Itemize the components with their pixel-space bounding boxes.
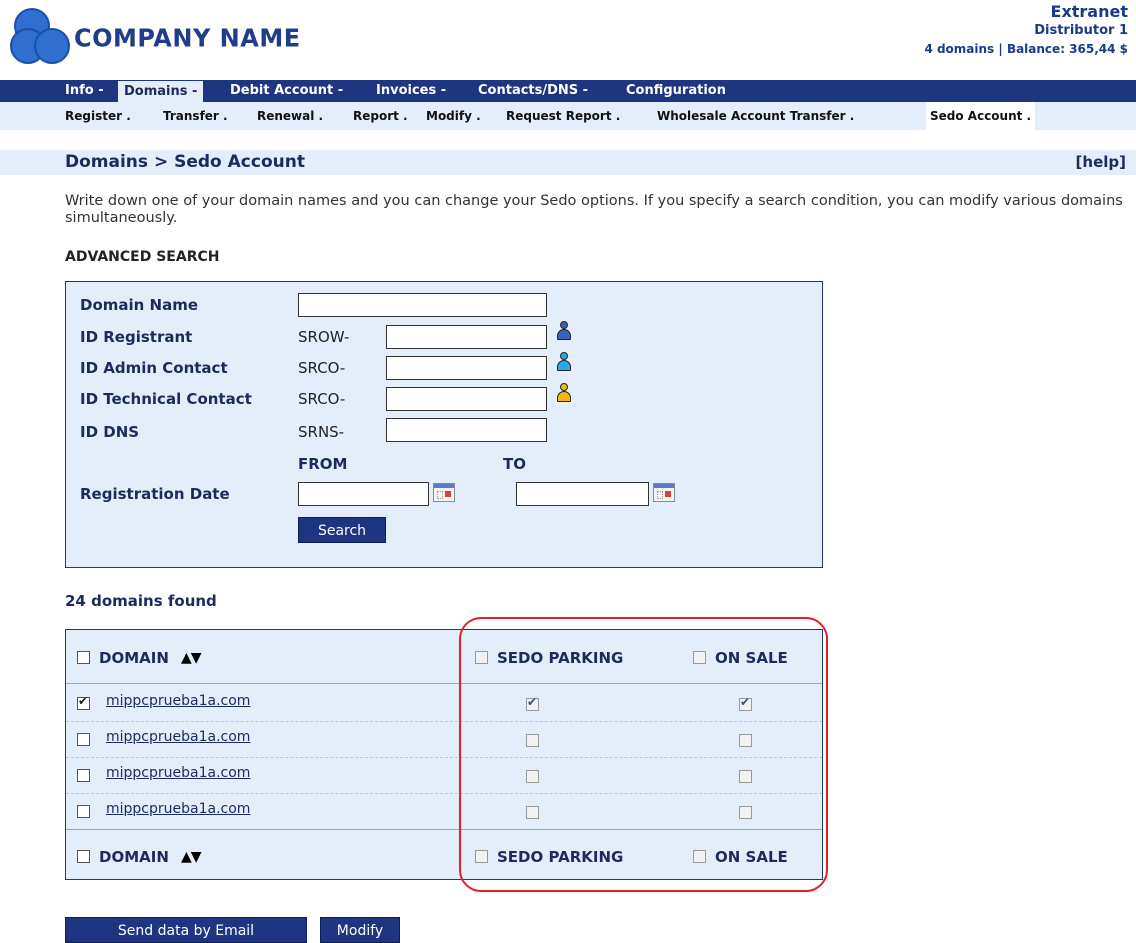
subnav-request-report[interactable]: Request Report . <box>502 102 624 130</box>
person-yellow-icon[interactable] <box>556 383 572 403</box>
nav-domains[interactable]: Domains - <box>118 81 204 102</box>
row-select-checkbox[interactable] <box>77 805 90 818</box>
admin-contact-input[interactable] <box>386 356 547 380</box>
select-all-checkbox[interactable] <box>77 651 90 664</box>
nav-debit-account[interactable]: Debit Account - <box>224 80 349 102</box>
send-data-by-email-button[interactable]: Send data by Email <box>65 917 307 943</box>
sedo-parking-all-checkbox[interactable] <box>475 850 488 863</box>
subnav-sedo-account[interactable]: Sedo Account . <box>926 102 1036 130</box>
results-header-row: DOMAIN ▲▼ SEDO PARKING ON SALE <box>66 630 822 682</box>
technical-contact-input[interactable] <box>386 387 547 411</box>
results-table: DOMAIN ▲▼ SEDO PARKING ON SALE mippcprue… <box>65 629 823 880</box>
sedo-parking-checkbox[interactable] <box>526 806 539 819</box>
sedo-parking-checkbox[interactable] <box>526 734 539 747</box>
select-all-checkbox[interactable] <box>77 850 90 863</box>
sort-arrows-icon[interactable]: ▲▼ <box>181 650 202 666</box>
admin-contact-label: ID Admin Contact <box>80 359 228 377</box>
on-sale-column-footer: ON SALE <box>715 848 788 866</box>
on-sale-all-checkbox[interactable] <box>693 651 706 664</box>
sort-arrows-icon[interactable]: ▲▼ <box>181 849 202 865</box>
domain-name-input[interactable] <box>298 293 547 317</box>
nav-invoices[interactable]: Invoices - <box>370 80 452 102</box>
registration-date-to-input[interactable] <box>516 482 649 506</box>
dns-id-input[interactable] <box>386 418 547 442</box>
subnav-register[interactable]: Register . <box>61 102 135 130</box>
advanced-search-panel: Domain Name ID Registrant SROW- ID Admin… <box>65 281 823 568</box>
domain-link[interactable]: mippcprueba1a.com <box>106 693 250 709</box>
subnav-modify[interactable]: Modify . <box>422 102 485 130</box>
on-sale-checkbox[interactable] <box>739 734 752 747</box>
domain-column-header[interactable]: DOMAIN <box>99 649 169 667</box>
calendar-icon[interactable] <box>653 483 675 502</box>
domain-link[interactable]: mippcprueba1a.com <box>106 729 250 745</box>
sub-nav: Register . Transfer . Renewal . Report .… <box>0 102 1136 130</box>
breadcrumb: Domains > Sedo Account <box>65 152 305 172</box>
technical-contact-label: ID Technical Contact <box>80 390 252 408</box>
results-footer-row: DOMAIN ▲▼ SEDO PARKING ON SALE <box>66 831 822 883</box>
sedo-parking-checkbox[interactable] <box>526 695 539 711</box>
page-description: Write down one of your domain names and … <box>65 193 1123 226</box>
registrant-label: ID Registrant <box>80 328 193 346</box>
sedo-parking-checkbox[interactable] <box>526 770 539 783</box>
admin-contact-prefix: SRCO- <box>298 359 346 377</box>
dns-label: ID DNS <box>80 423 140 441</box>
page-title-bar: Domains > Sedo Account [help] <box>0 150 1136 175</box>
balance-summary: 4 domains | Balance: 365,44 $ <box>924 42 1128 56</box>
domain-name-label: Domain Name <box>80 296 199 314</box>
on-sale-checkbox[interactable] <box>739 770 752 783</box>
row-select-checkbox[interactable] <box>77 694 90 710</box>
advanced-search-heading: ADVANCED SEARCH <box>65 249 220 265</box>
registrant-id-input[interactable] <box>386 325 547 349</box>
header-divider <box>66 683 822 684</box>
on-sale-column-header: ON SALE <box>715 649 788 667</box>
subnav-transfer[interactable]: Transfer . <box>159 102 232 130</box>
dns-prefix: SRNS- <box>298 423 345 441</box>
technical-contact-prefix: SRCO- <box>298 390 346 408</box>
account-summary: Extranet Distributor 1 4 domains | Balan… <box>924 2 1128 58</box>
nav-configuration[interactable]: Configuration <box>620 80 732 102</box>
extranet-title: Extranet <box>1050 2 1128 21</box>
domain-link[interactable]: mippcprueba1a.com <box>106 801 250 817</box>
table-row: mippcprueba1a.com <box>66 686 822 722</box>
calendar-icon[interactable] <box>433 483 455 502</box>
footer-divider <box>66 829 822 830</box>
main-nav: Info - Domains - Debit Account - Invoice… <box>0 80 1136 102</box>
table-row: mippcprueba1a.com <box>66 758 822 794</box>
person-cyan-icon[interactable] <box>556 352 572 372</box>
table-row: mippcprueba1a.com <box>66 794 822 830</box>
nav-info[interactable]: Info - <box>59 80 110 102</box>
company-name: COMPANY NAME <box>74 23 301 53</box>
on-sale-checkbox[interactable] <box>739 695 752 711</box>
domain-link[interactable]: mippcprueba1a.com <box>106 765 250 781</box>
help-link[interactable]: [help] <box>1076 153 1126 171</box>
company-logo <box>10 8 74 66</box>
distributor-name: Distributor 1 <box>1034 23 1128 38</box>
registration-date-label: Registration Date <box>80 485 230 503</box>
subnav-wholesale-account-transfer[interactable]: Wholesale Account Transfer . <box>653 102 858 130</box>
row-select-checkbox[interactable] <box>77 733 90 746</box>
person-blue-icon[interactable] <box>556 321 572 341</box>
registration-date-from-input[interactable] <box>298 482 429 506</box>
registrant-prefix: SROW- <box>298 328 350 346</box>
domain-column-footer[interactable]: DOMAIN <box>99 848 169 866</box>
sedo-parking-column-footer: SEDO PARKING <box>497 848 624 866</box>
modify-button[interactable]: Modify <box>320 917 400 943</box>
subnav-report[interactable]: Report . <box>349 102 412 130</box>
subnav-renewal[interactable]: Renewal . <box>253 102 327 130</box>
to-label: TO <box>503 455 526 473</box>
from-label: FROM <box>298 455 348 473</box>
sedo-parking-all-checkbox[interactable] <box>475 651 488 664</box>
search-button[interactable]: Search <box>298 517 386 543</box>
results-count: 24 domains found <box>65 592 217 610</box>
on-sale-checkbox[interactable] <box>739 806 752 819</box>
on-sale-all-checkbox[interactable] <box>693 850 706 863</box>
sedo-parking-column-header: SEDO PARKING <box>497 649 624 667</box>
table-row: mippcprueba1a.com <box>66 722 822 758</box>
nav-contacts-dns[interactable]: Contacts/DNS - <box>472 80 594 102</box>
row-select-checkbox[interactable] <box>77 769 90 782</box>
